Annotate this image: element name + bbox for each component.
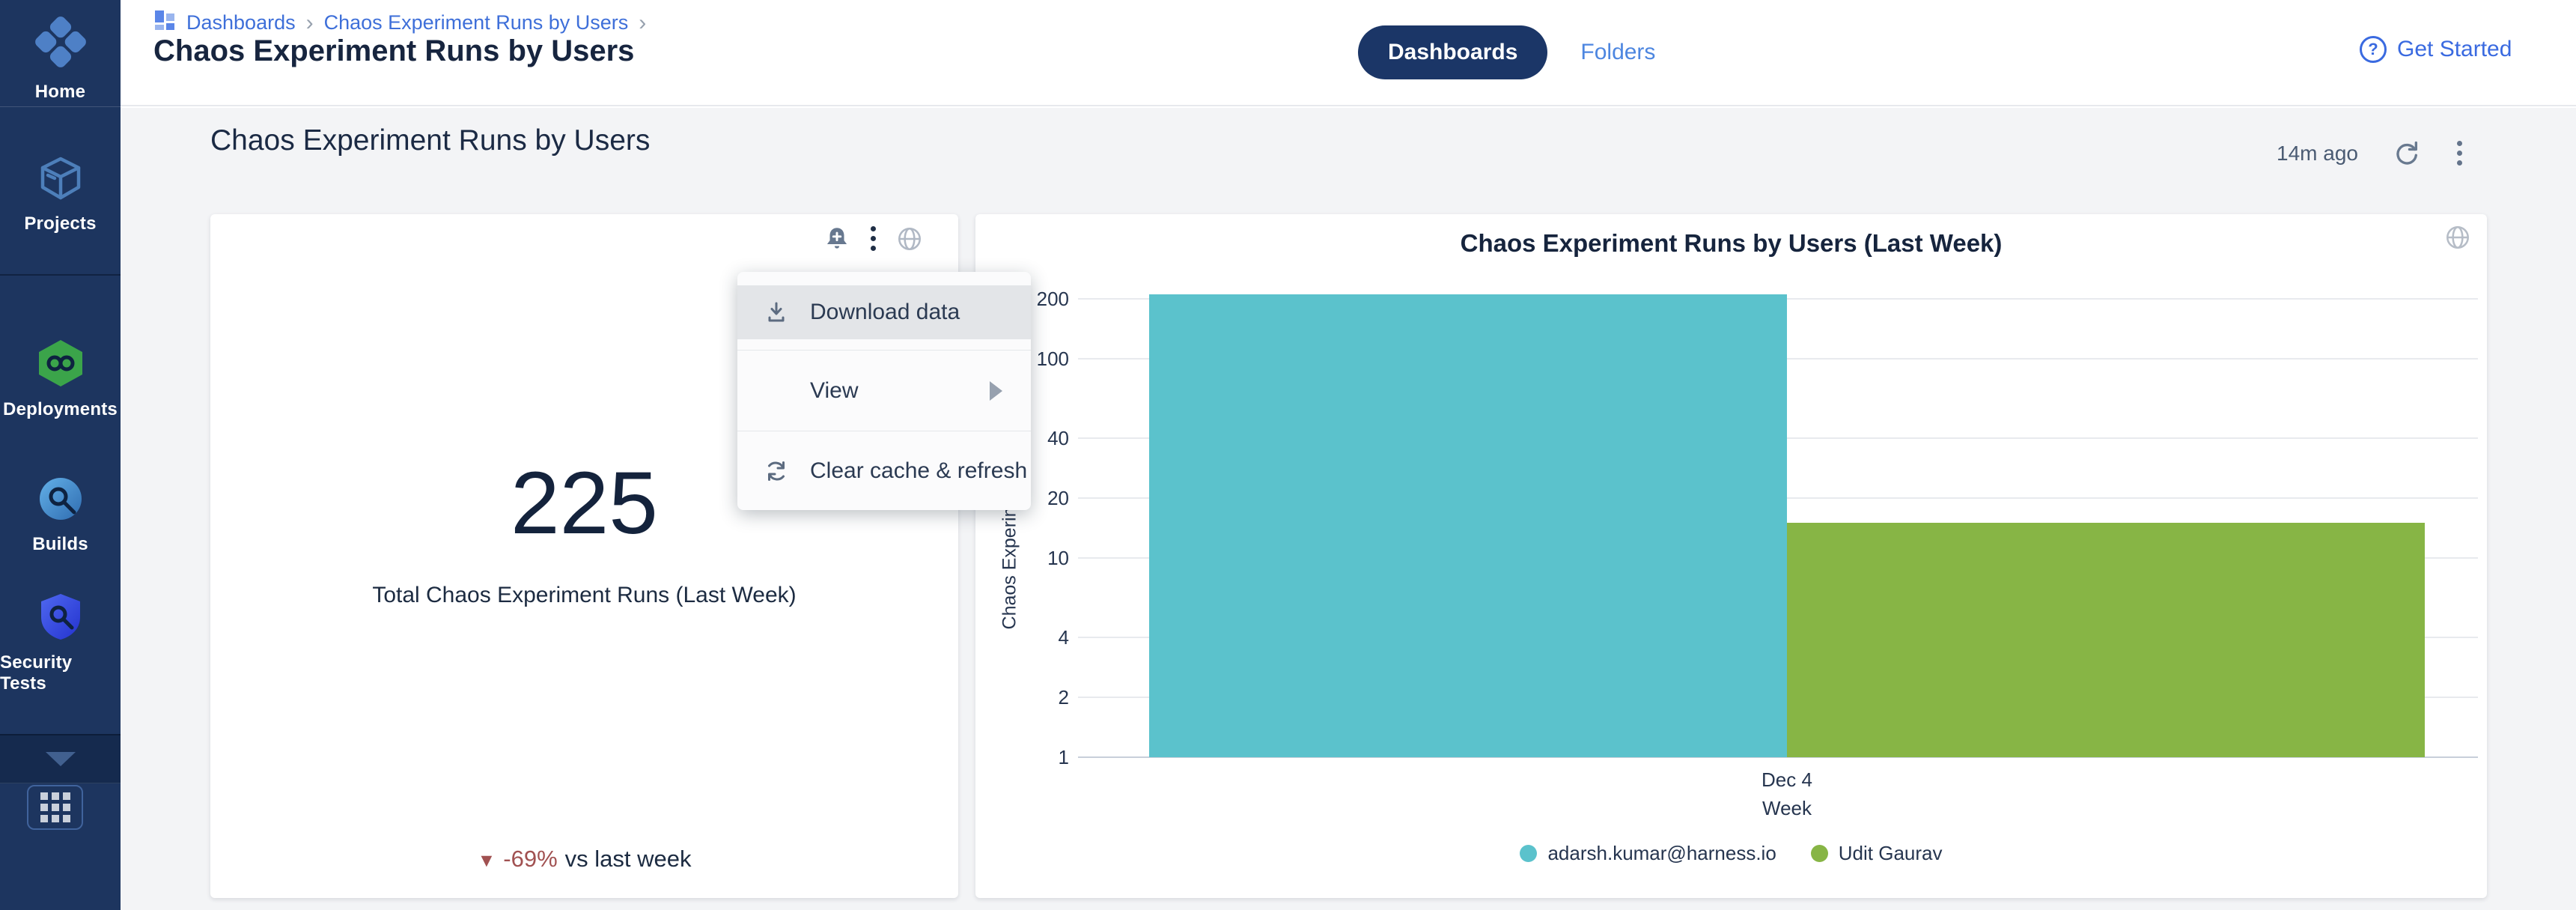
- dashboard-content: Chaos Experiment Runs by Users 14m ago: [121, 108, 2576, 910]
- sidebar-item-home[interactable]: Home: [0, 13, 121, 103]
- sidebar-item-label: Builds: [32, 534, 88, 555]
- x-axis-title: Week: [1675, 797, 1899, 820]
- delta-row: ▼ -69% vs last week: [210, 846, 958, 873]
- y-tick-label: 1: [975, 746, 1069, 769]
- dashboards-grid-icon: [153, 9, 176, 37]
- dashboard-meta: 14m ago: [2277, 138, 2465, 169]
- legend-label: adarsh.kumar@harness.io: [1547, 842, 1776, 865]
- y-tick-label: 10: [975, 547, 1069, 570]
- tab-folders[interactable]: Folders: [1580, 25, 1655, 79]
- delta-suffix: vs last week: [565, 846, 692, 872]
- home-icon: [32, 13, 89, 74]
- deployments-icon: [36, 339, 85, 392]
- shield-icon: [36, 592, 85, 645]
- x-category-label: Dec 4: [1675, 768, 1899, 792]
- module-grid-button[interactable]: [27, 785, 83, 830]
- get-started-label: Get Started: [2397, 37, 2512, 62]
- screen: Home Projects: [0, 0, 2576, 910]
- chevron-down-icon: [46, 752, 76, 766]
- grid-icon: [40, 792, 70, 822]
- triangle-down-icon: ▼: [478, 850, 496, 871]
- total-runs-label: Total Chaos Experiment Runs (Last Week): [210, 583, 958, 608]
- get-started-link[interactable]: ? Get Started: [2360, 36, 2512, 63]
- menu-item-label: Download data: [810, 300, 960, 325]
- menu-item-view[interactable]: View: [737, 351, 1031, 431]
- legend-item[interactable]: Udit Gaurav: [1811, 842, 1943, 865]
- alert-bell-icon[interactable]: [823, 225, 851, 253]
- sidebar-item-deployments[interactable]: Deployments: [0, 339, 121, 420]
- y-tick-label: 2: [975, 686, 1069, 709]
- help-question-icon: ?: [2360, 36, 2387, 63]
- breadcrumb-link-current[interactable]: Chaos Experiment Runs by Users: [324, 11, 629, 34]
- dashboard-kebab-menu-icon[interactable]: [2454, 138, 2465, 169]
- sidebar-divider: [0, 106, 121, 107]
- sidebar-section-divider: [0, 274, 121, 276]
- legend-dot-icon: [1520, 845, 1537, 862]
- legend-dot-icon: [1811, 845, 1828, 862]
- header-tabs: Dashboards Folders: [1358, 25, 1655, 79]
- legend-item[interactable]: adarsh.kumar@harness.io: [1520, 842, 1776, 865]
- menu-item-download-data[interactable]: Download data: [737, 285, 1031, 339]
- submenu-arrow-icon: [990, 381, 1002, 401]
- cube-icon: [37, 154, 85, 206]
- sidebar-expand-band[interactable]: [0, 734, 121, 783]
- breadcrumb: Dashboards › Chaos Experiment Runs by Us…: [153, 9, 646, 37]
- breadcrumb-separator: ›: [306, 12, 314, 34]
- page-title: Chaos Experiment Runs by Users: [153, 34, 634, 68]
- tile-context-menu: Download data View Clear cache & refresh: [737, 272, 1031, 510]
- sidebar-item-security-tests[interactable]: Security Tests: [0, 592, 121, 694]
- delta-value: -69%: [503, 846, 557, 872]
- builds-icon: [37, 475, 85, 527]
- legend-label: Udit Gaurav: [1839, 842, 1943, 865]
- sidebar-item-label: Home: [35, 82, 85, 103]
- sidebar-item-projects[interactable]: Projects: [0, 154, 121, 234]
- tile-runs-by-users-chart: Chaos Experiment Runs by Users (Last Wee…: [975, 214, 2487, 898]
- globe-icon[interactable]: [895, 225, 924, 253]
- sidebar-item-label: Security Tests: [0, 652, 121, 694]
- bar-adarsh.kumar@harness.io[interactable]: [1149, 294, 1787, 757]
- sidebar: Home Projects: [0, 0, 121, 910]
- refresh-arrows-icon: [763, 458, 790, 485]
- chart-area: 124102040100200Dec 4WeekChaos Experiment…: [975, 214, 2487, 898]
- sidebar-item-label: Projects: [24, 213, 96, 234]
- last-refreshed-label: 14m ago: [2277, 142, 2358, 166]
- bar-Udit Gaurav[interactable]: [1787, 523, 2425, 757]
- chart-legend: adarsh.kumar@harness.io Udit Gaurav: [975, 842, 2487, 865]
- tab-dashboards[interactable]: Dashboards: [1358, 25, 1547, 79]
- breadcrumb-link-dashboards[interactable]: Dashboards: [186, 11, 296, 34]
- download-icon: [763, 299, 790, 326]
- top-header: Dashboards › Chaos Experiment Runs by Us…: [121, 0, 2576, 106]
- sidebar-item-label: Deployments: [3, 399, 118, 420]
- tile-actions: [823, 223, 924, 254]
- refresh-icon[interactable]: [2391, 139, 2421, 169]
- menu-item-label: View: [810, 378, 858, 404]
- dashboard-heading: Chaos Experiment Runs by Users: [210, 124, 650, 157]
- tile-kebab-menu-icon[interactable]: [868, 223, 879, 254]
- menu-item-clear-cache-refresh[interactable]: Clear cache & refresh: [737, 431, 1031, 510]
- sidebar-item-builds[interactable]: Builds: [0, 475, 121, 555]
- menu-item-label: Clear cache & refresh: [810, 458, 1027, 484]
- breadcrumb-separator: ›: [639, 12, 646, 34]
- y-tick-label: 4: [975, 626, 1069, 649]
